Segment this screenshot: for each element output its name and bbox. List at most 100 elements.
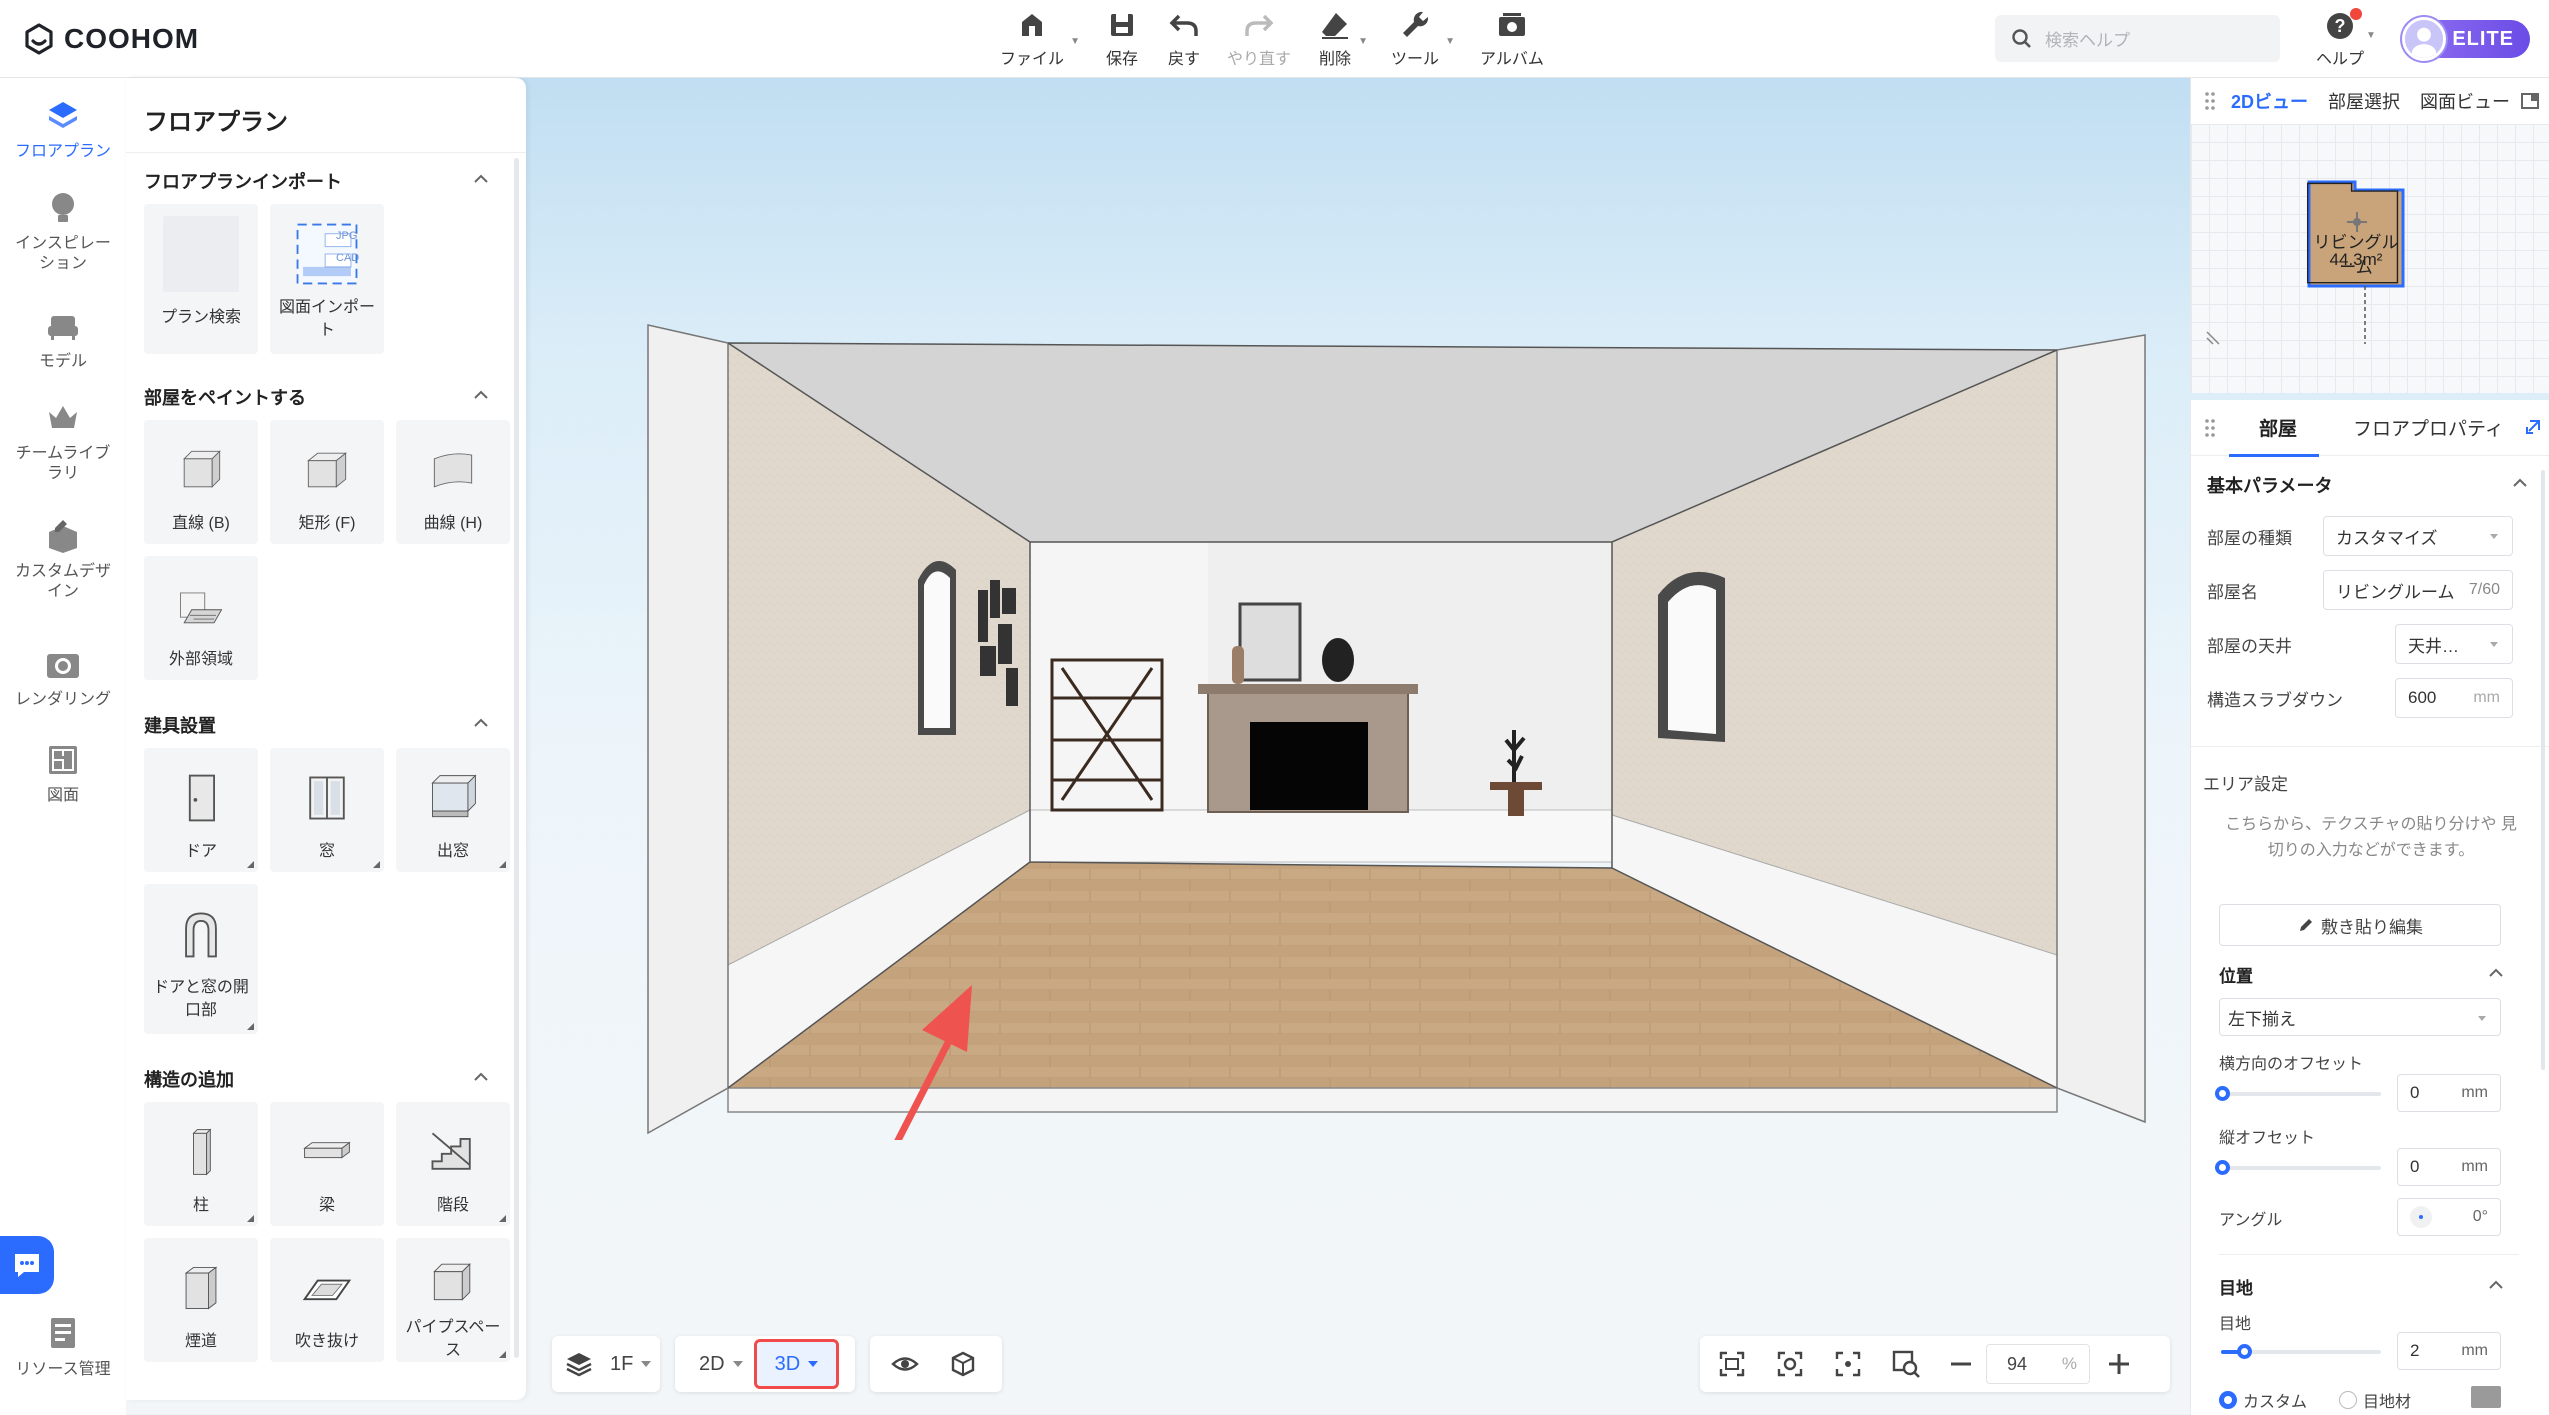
drag-handle-icon[interactable] (2203, 417, 2217, 439)
tab-2d-view[interactable]: 2Dビュー (2231, 88, 2308, 114)
chevron-up-icon[interactable] (472, 714, 490, 732)
opening-tile[interactable]: ドアと窓の開口部 (144, 884, 258, 1034)
rail-item-custom-design[interactable]: カスタムデザイン (0, 516, 126, 602)
window-tile[interactable]: 窓 (270, 748, 384, 872)
mode-3d-button[interactable]: 3D (753, 1339, 840, 1389)
help-button[interactable]: ? ヘルプ (2312, 8, 2368, 72)
visibility-eye-icon[interactable] (890, 1349, 920, 1379)
joint-color-swatch[interactable] (2471, 1386, 2501, 1408)
rail-item-drawings[interactable]: 図面 (0, 740, 126, 806)
tab-room[interactable]: 部屋 (2259, 414, 2297, 441)
file-menu-button[interactable]: ファイル ▼ (1000, 8, 1080, 70)
focus-center-icon[interactable] (1830, 1349, 1866, 1379)
slider-knob[interactable] (2237, 1344, 2252, 1359)
alignment-select[interactable]: 左下揃え (2219, 998, 2501, 1036)
chevron-up-icon[interactable] (472, 386, 490, 404)
room-name-input[interactable]: リビングルーム 7/60 (2323, 570, 2513, 610)
pop-out-icon[interactable] (2524, 418, 2542, 436)
help-label: ヘルプ (2315, 51, 2364, 68)
rail-label: リソース管理 (15, 1361, 111, 1378)
chevron-down-icon[interactable]: ▼ (2366, 30, 2376, 41)
tab-drawing-view[interactable]: 図面ビュー (2420, 88, 2510, 114)
undo-button[interactable]: 戻す (1167, 8, 1201, 70)
rail-item-floorplan[interactable]: フロアプラン (0, 96, 126, 162)
paint-line-tile[interactable]: 直線 (B) (144, 420, 258, 544)
expand-panel-icon[interactable] (2520, 91, 2540, 111)
tab-room-select[interactable]: 部屋選択 (2328, 88, 2400, 114)
zoom-in-icon[interactable] (2104, 1349, 2134, 1379)
beam-tile[interactable]: 梁 (270, 1102, 384, 1226)
tab-floor-properties[interactable]: フロアプロパティ (2353, 414, 2504, 441)
drag-handle-icon[interactable] (2203, 90, 2217, 112)
ceiling-select[interactable]: 天井… (2395, 624, 2513, 664)
paint-outer-tile[interactable]: 外部領域 (144, 556, 258, 680)
stairs-tile[interactable]: 階段 (396, 1102, 510, 1226)
bay-window-tile[interactable]: 出窓 (396, 748, 510, 872)
paint-rect-tile[interactable]: 矩形 (F) (270, 420, 384, 544)
properties-scrollbar[interactable] (2541, 470, 2545, 1070)
save-icon (1111, 14, 1133, 36)
position-title: 位置 (2219, 967, 2253, 986)
floor-selector[interactable]: 1F (552, 1336, 660, 1392)
edit-tiling-button[interactable]: 敷き貼り編集 (2219, 904, 2501, 946)
drawing-import-tile[interactable]: JPG CAD 図面インポート (270, 204, 384, 354)
h-offset-input[interactable]: 0 mm (2397, 1074, 2501, 1112)
album-button[interactable]: アルバム (1480, 8, 1544, 70)
chevron-up-icon[interactable] (472, 1068, 490, 1086)
v-offset-input[interactable]: 0 mm (2397, 1148, 2501, 1186)
slab-down-input[interactable]: 600 mm (2395, 678, 2513, 718)
mantel-vase (1232, 646, 1244, 684)
chimney-tile[interactable]: 煙道 (144, 1238, 258, 1362)
zoom-search-icon[interactable] (1888, 1349, 1924, 1379)
v-offset-slider[interactable] (2215, 1160, 2381, 1175)
h-offset-slider[interactable] (2215, 1086, 2381, 1101)
angle-input[interactable]: 0° (2397, 1198, 2501, 1236)
save-button[interactable]: 保存 (1105, 8, 1139, 70)
tools-menu-button[interactable]: ツール ▼ (1391, 8, 1455, 70)
column-tile[interactable]: 柱 (144, 1102, 258, 1226)
pipe-space-tile[interactable]: パイプスペース (396, 1238, 510, 1362)
chat-support-button[interactable] (0, 1236, 54, 1294)
rail-item-team-library[interactable]: チームライブラリ (0, 398, 126, 484)
cube-view-icon[interactable] (948, 1349, 978, 1379)
rail-item-rendering[interactable]: レンダリング (0, 644, 126, 710)
void-tile[interactable]: 吹き抜け (270, 1238, 384, 1362)
top-toolbar: COOHOM ファイル ▼ 保存 戻す やり直す 削除 ▼ ツール ▼ アルバム… (0, 0, 2549, 78)
pencil-icon (2300, 919, 2312, 931)
view-settings-icon[interactable] (1772, 1349, 1808, 1379)
view-mode-toggle: 2D 3D (675, 1336, 855, 1392)
joint-width-slider[interactable] (2221, 1344, 2381, 1359)
chevron-up-icon[interactable] (2487, 1276, 2505, 1294)
tile-label: 曲線 (H) (423, 515, 483, 532)
rail-item-resource-management[interactable]: リソース管理 (0, 1314, 126, 1380)
rail-label: モデル (38, 353, 87, 370)
help-search-input[interactable]: 検索ヘルプ (1995, 15, 2280, 62)
panel-scrollbar[interactable] (514, 158, 519, 1358)
slider-knob[interactable] (2215, 1086, 2230, 1101)
minimap-canvas[interactable]: リビングルーム 44.3m² (2191, 124, 2549, 393)
album-icon (1498, 13, 1525, 36)
delete-menu-button[interactable]: 削除 ▼ (1318, 8, 1368, 70)
plan-search-tile[interactable]: プラン検索 (144, 204, 258, 354)
chevron-up-icon[interactable] (472, 170, 490, 188)
chevron-up-icon[interactable] (2511, 474, 2529, 492)
fit-frame-icon[interactable] (1714, 1349, 1750, 1379)
room-type-select[interactable]: カスタマイズ (2323, 516, 2513, 556)
rail-item-inspiration[interactable]: インスピレーション (0, 188, 126, 274)
joint-width-input[interactable]: 2 mm (2397, 1332, 2501, 1370)
chevron-up-icon[interactable] (2487, 964, 2505, 982)
slider-knob[interactable] (2215, 1160, 2230, 1175)
zoom-out-icon[interactable] (1946, 1349, 1976, 1379)
3d-room-viewport[interactable] (640, 320, 2160, 1140)
door-tile[interactable]: ドア (144, 748, 258, 872)
mode-2d-button[interactable]: 2D (699, 1353, 743, 1376)
coohom-logo[interactable]: COOHOM (22, 20, 199, 58)
joint-type-radio-custom[interactable]: カスタム (2219, 1388, 2307, 1412)
avatar[interactable] (2402, 17, 2446, 61)
paint-curve-tile[interactable]: 曲線 (H) (396, 420, 510, 544)
zoom-input[interactable]: 94 % (1986, 1344, 2090, 1384)
joint-type-radio-material[interactable]: 目地材 (2339, 1388, 2411, 1412)
redo-button[interactable]: やり直す (1227, 8, 1291, 70)
tile-label: 梁 (318, 1197, 335, 1214)
rail-item-models[interactable]: モデル (0, 306, 126, 372)
